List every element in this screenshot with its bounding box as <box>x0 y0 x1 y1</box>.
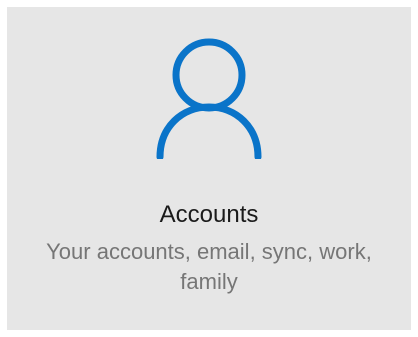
tile-description: Your accounts, email, sync, work, family <box>46 239 372 294</box>
tile-title: Accounts <box>159 201 259 228</box>
person-icon-container <box>7 29 411 159</box>
accounts-tile[interactable]: Accounts Your accounts, email, sync, wor… <box>7 7 411 330</box>
person-icon <box>156 38 262 159</box>
